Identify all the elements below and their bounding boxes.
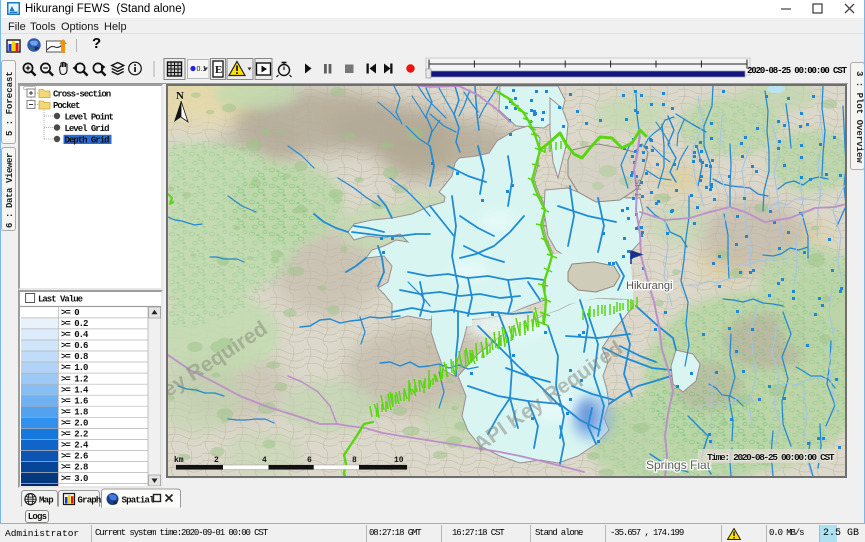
svg-text:N: N — [176, 90, 184, 102]
svg-text:>= 1.8: >= 1.8 — [61, 408, 88, 418]
svg-text:0.1: 0.1 — [197, 66, 207, 73]
svg-text:6: 6 — [307, 456, 312, 465]
svg-text:>= 3.0: >= 3.0 — [61, 474, 88, 484]
svg-text:>= 0.8: >= 0.8 — [61, 352, 88, 362]
svg-text:>= 1.6: >= 1.6 — [61, 396, 88, 406]
svg-text:Time: 2020-08-25 00:00:00 CST: Time: 2020-08-25 00:00:00 CST — [707, 452, 835, 463]
svg-text:Spatial: Spatial — [122, 496, 156, 506]
svg-text:Cross-section: Cross-section — [53, 90, 111, 100]
svg-text:>= 0.2: >= 0.2 — [61, 319, 88, 329]
svg-text:Pocket: Pocket — [53, 101, 80, 111]
svg-text:>= 0.4: >= 0.4 — [61, 330, 89, 340]
svg-text:10: 10 — [394, 456, 404, 465]
svg-text:E: E — [215, 64, 222, 76]
svg-text:Level Point: Level Point — [65, 113, 114, 123]
svg-text:>= 2.2: >= 2.2 — [61, 430, 88, 440]
svg-text:>= 2.6: >= 2.6 — [61, 452, 88, 462]
svg-text:>= 3.2: >= 3.2 — [61, 485, 88, 486]
svg-text:>= 2.4: >= 2.4 — [61, 441, 89, 451]
svg-text:>= 1.2: >= 1.2 — [61, 374, 88, 384]
svg-text:4: 4 — [262, 456, 267, 465]
svg-text:>= 0.6: >= 0.6 — [61, 341, 88, 351]
svg-text:>= 1.4: >= 1.4 — [61, 385, 89, 395]
svg-text:Map: Map — [39, 496, 53, 506]
svg-text:Level Grid: Level Grid — [65, 124, 110, 134]
svg-text:>= 2.8: >= 2.8 — [61, 463, 88, 473]
svg-text:SH 1: SH 1 — [633, 179, 642, 197]
svg-text:>= 1.0: >= 1.0 — [61, 363, 88, 373]
svg-text:2: 2 — [214, 456, 219, 465]
svg-text:2020-08-25 00:00:00 CST: 2020-08-25 00:00:00 CST — [747, 66, 848, 76]
svg-text:8: 8 — [352, 456, 357, 465]
svg-text:Last Value: Last Value — [38, 295, 83, 305]
svg-text:Graph: Graph — [78, 496, 101, 506]
svg-text:>= 0: >= 0 — [61, 308, 79, 318]
svg-text:Hikurangi: Hikurangi — [626, 280, 672, 292]
svg-text:>= 2.0: >= 2.0 — [61, 419, 88, 429]
svg-text:km: km — [174, 456, 184, 465]
svg-text:Depth Grid: Depth Grid — [65, 136, 110, 146]
